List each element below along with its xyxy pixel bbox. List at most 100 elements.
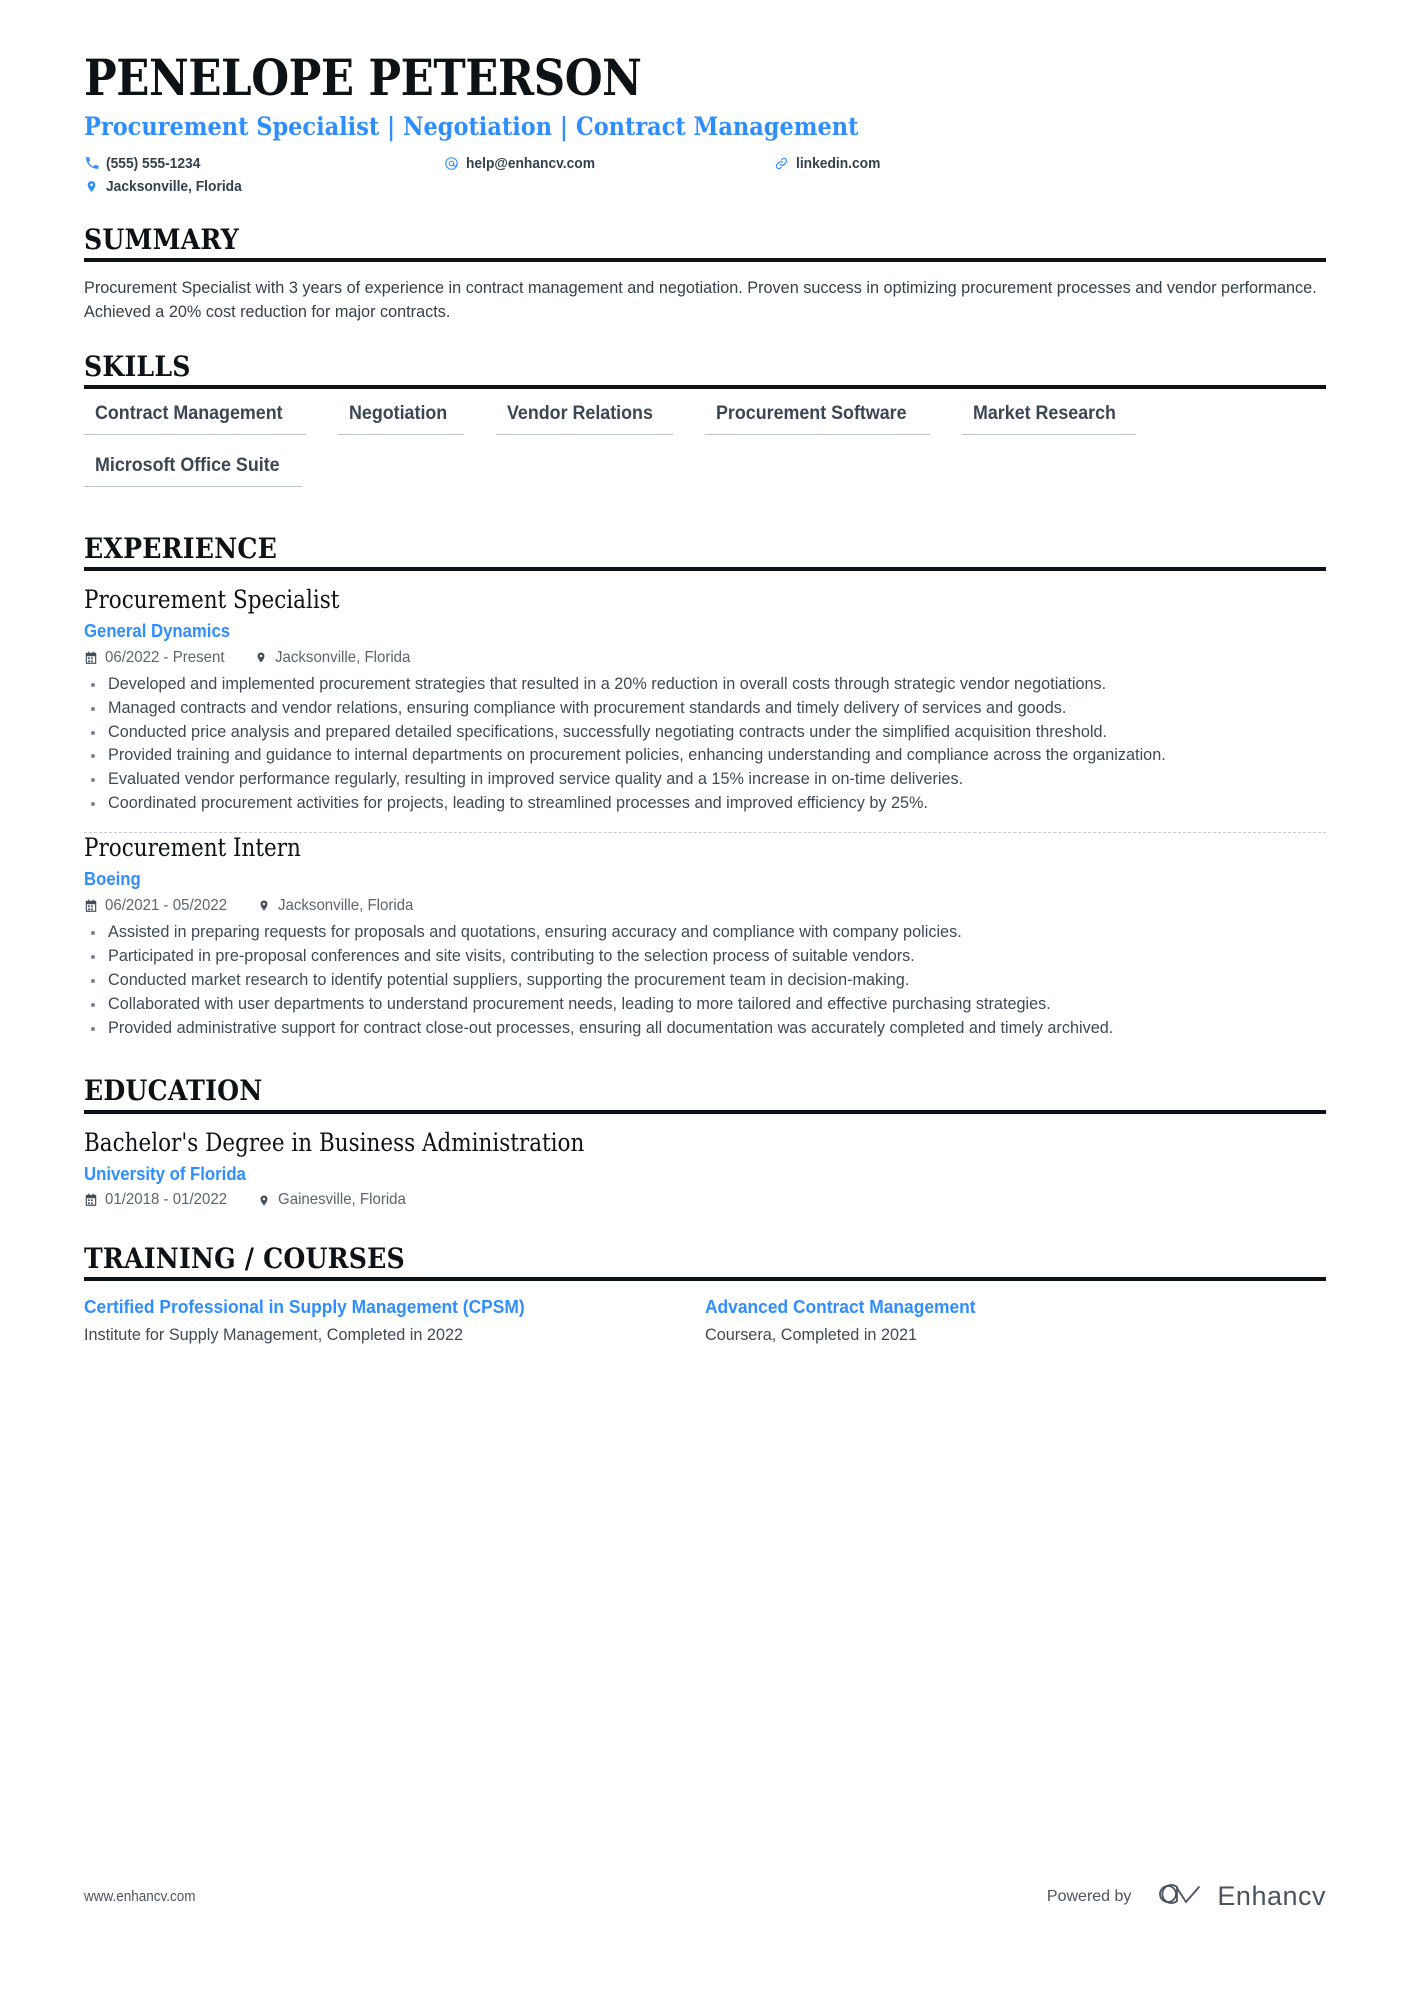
courses-list: Certified Professional in Supply Managem… [84, 1295, 1326, 1346]
section-education: EDUCATION Bachelor's Degree in Business … [84, 1076, 1326, 1210]
course-subtitle: Coursera, Completed in 2021 [705, 1324, 918, 1344]
bullet-item: Conducted market research to identify po… [84, 969, 1326, 992]
school-name[interactable]: University of Florida [84, 1163, 1239, 1186]
job-location-value: Jacksonville, Florida [275, 648, 411, 666]
contact-info: (555) 555-1234 help@enhancv.com linkedin… [84, 152, 1326, 198]
job-location: Jacksonville, Florida [254, 648, 419, 666]
bullet-text: Managed contracts and vendor relations, … [108, 697, 1067, 717]
bullet-text: Evaluated vendor performance regularly, … [108, 769, 964, 789]
contact-location-value: Jacksonville, Florida [106, 177, 242, 195]
bullet-item: Provided administrative support for cont… [84, 1017, 1326, 1040]
location-icon [84, 179, 99, 194]
section-rule [84, 567, 1326, 572]
contact-email[interactable]: help@enhancv.com [444, 156, 774, 171]
resume-header: PENELOPE PETERSON Procurement Specialist… [84, 0, 1326, 198]
education-dates: 01/2018 - 01/2022 [84, 1192, 235, 1208]
skills-list: Contract Management Negotiation Vendor R… [84, 403, 1326, 507]
degree-title: Bachelor's Degree in Business Administra… [84, 1127, 585, 1157]
course-item: Advanced Contract Management Coursera, C… [705, 1295, 1326, 1346]
candidate-name: PENELOPE PETERSON [84, 48, 642, 107]
bullet-item: Coordinated procurement activities for p… [84, 792, 1326, 815]
skill-chip: Microsoft Office Suite [84, 455, 303, 487]
contact-linkedin[interactable]: linkedin.com [774, 156, 1034, 171]
email-icon [444, 156, 459, 171]
section-skills: SKILLS Contract Management Negotiation V… [84, 350, 1326, 507]
course-title[interactable]: Advanced Contract Management [705, 1295, 1264, 1319]
skill-label: Market Research [972, 403, 1116, 425]
footer-url[interactable]: www.enhancv.com [84, 1888, 196, 1905]
skill-label: Contract Management [95, 403, 283, 425]
bullet-text: Conducted price analysis and prepared de… [108, 721, 1108, 741]
job-location-value: Jacksonville, Florida [277, 896, 414, 914]
phone-icon [84, 156, 99, 171]
section-rule [84, 385, 1326, 390]
skill-label: Microsoft Office Suite [95, 455, 280, 477]
job-dates-value: 06/2022 - Present [105, 648, 225, 666]
company-name[interactable]: Boeing [84, 868, 1239, 891]
contact-phone[interactable]: (555) 555-1234 [84, 156, 444, 171]
contact-phone-value: (555) 555-1234 [106, 154, 201, 172]
section-title-experience: EXPERIENCE [84, 531, 277, 565]
skill-chip: Market Research [961, 403, 1137, 436]
section-rule [84, 1277, 1326, 1282]
bullet-item: Provided training and guidance to intern… [84, 744, 1326, 767]
section-title-summary: SUMMARY [84, 222, 239, 256]
skill-chip: Negotiation [337, 403, 465, 436]
powered-by-label: Powered by [1046, 1887, 1132, 1905]
bullet-item: Conducted price analysis and prepared de… [84, 721, 1326, 744]
bullet-text: Assisted in preparing requests for propo… [108, 921, 962, 941]
education-location-value: Gainesville, Florida [277, 1191, 406, 1209]
experience-entry: Procurement Intern Boeing 06/2021 - 05/2… [84, 833, 1326, 1042]
experience-entry: Procurement Specialist General Dynamics … [84, 585, 1326, 818]
skill-label: Procurement Software [716, 403, 907, 425]
job-title: Procurement Specialist [84, 585, 340, 615]
job-bullets: Assisted in preparing requests for propo… [84, 921, 1326, 1040]
section-rule [84, 257, 1326, 262]
summary-text: Procurement Specialist with 3 years of e… [84, 277, 1317, 322]
bullet-text: Provided training and guidance to intern… [108, 745, 1166, 765]
skill-label: Negotiation [348, 403, 447, 425]
candidate-headline: Procurement Specialist | Negotiation | C… [84, 112, 859, 142]
job-meta: 06/2022 - Present Jacksonville, Florida [84, 648, 1326, 666]
footer-branding: Powered by Enhancv [1047, 1880, 1326, 1913]
bullet-item: Participated in pre-proposal conferences… [84, 945, 1326, 968]
job-title: Procurement Intern [84, 833, 301, 863]
location-icon [257, 898, 271, 913]
skill-chip: Vendor Relations [496, 403, 674, 436]
course-title[interactable]: Certified Professional in Supply Managem… [84, 1295, 643, 1319]
bullet-item: Assisted in preparing requests for propo… [84, 921, 1326, 944]
contact-row-secondary: Jacksonville, Florida [84, 175, 1326, 198]
enhancv-logo: Enhancv [1153, 1880, 1326, 1913]
section-title-skills: SKILLS [84, 350, 191, 384]
enhancv-wordmark: Enhancv [1217, 1881, 1326, 1911]
training-body: Certified Professional in Supply Managem… [84, 1295, 1326, 1346]
section-title-education: EDUCATION [84, 1074, 263, 1108]
location-icon [254, 650, 268, 665]
contact-email-value: help@enhancv.com [466, 154, 596, 172]
bullet-text: Provided administrative support for cont… [108, 1017, 1114, 1037]
company-name[interactable]: General Dynamics [84, 620, 1239, 643]
skill-chip: Procurement Software [705, 403, 930, 436]
job-dates: 06/2022 - Present [84, 648, 232, 666]
education-body: Bachelor's Degree in Business Administra… [84, 1128, 1326, 1211]
section-title-training: TRAINING / COURSES [84, 1242, 405, 1276]
bullet-text: Coordinated procurement activities for p… [108, 793, 928, 813]
bullet-item: Collaborated with user departments to un… [84, 993, 1326, 1016]
enhancv-mark-icon [1153, 1880, 1205, 1913]
link-icon [774, 156, 789, 171]
section-experience: EXPERIENCE Procurement Specialist Genera… [84, 531, 1326, 1043]
bullet-item: Evaluated vendor performance regularly, … [84, 768, 1326, 791]
education-dates-value: 01/2018 - 01/2022 [105, 1191, 228, 1209]
bullet-text: Participated in pre-proposal conferences… [108, 945, 915, 965]
summary-body: Procurement Specialist with 3 years of e… [84, 276, 1326, 325]
location-icon [257, 1193, 271, 1208]
course-item: Certified Professional in Supply Managem… [84, 1295, 705, 1346]
section-training: TRAINING / COURSES Certified Professiona… [84, 1242, 1326, 1346]
bullet-text: Conducted market research to identify po… [108, 969, 910, 989]
contact-linkedin-value: linkedin.com [796, 154, 881, 172]
calendar-icon [84, 1193, 98, 1208]
bullet-item: Developed and implemented procurement st… [84, 673, 1326, 696]
skill-label: Vendor Relations [507, 403, 653, 425]
education-location: Gainesville, Florida [257, 1192, 414, 1208]
calendar-icon [84, 898, 98, 913]
